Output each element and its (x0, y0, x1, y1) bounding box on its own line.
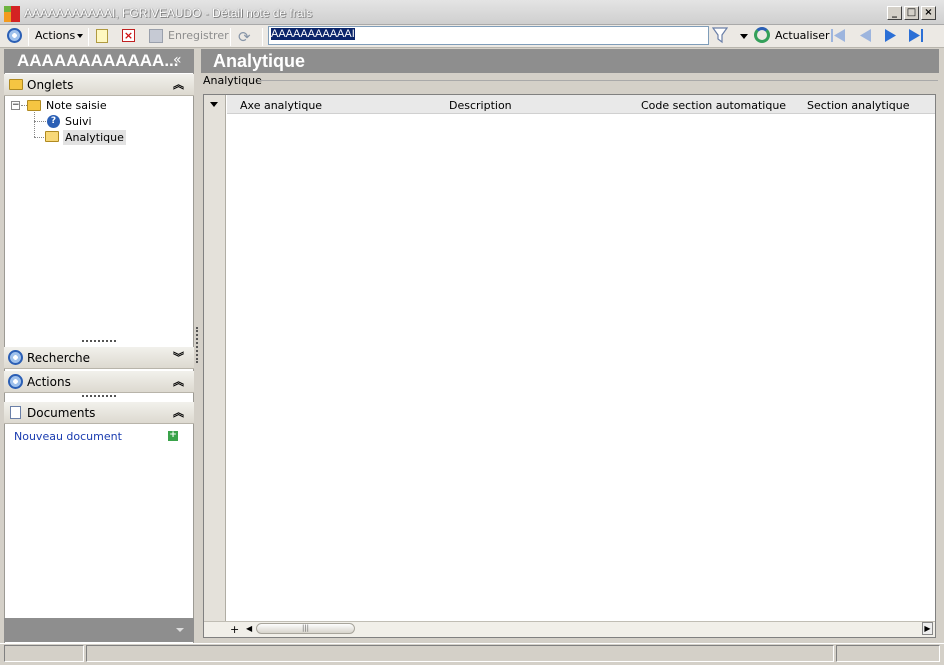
toolbar-separator (262, 28, 263, 46)
last-record-icon[interactable] (908, 28, 924, 43)
pane-resize-grip[interactable] (82, 340, 116, 343)
app-logo-icon (4, 6, 20, 22)
chevron-down-icon: ︾ (173, 351, 184, 364)
minimize-button[interactable]: _ (887, 6, 902, 20)
previous-record-icon[interactable] (858, 28, 872, 43)
document-icon (10, 406, 21, 419)
recherche-header[interactable]: Recherche ︾ (4, 347, 194, 369)
actions-orb-icon (8, 374, 23, 389)
search-input[interactable]: AAAAAAAAAAAI (268, 26, 709, 45)
menu-orb-icon[interactable] (7, 28, 22, 43)
next-record-icon[interactable] (884, 28, 898, 43)
add-row-button[interactable]: + (230, 623, 239, 636)
actions-menu-button[interactable]: Actions (35, 29, 84, 42)
documents-header[interactable]: Documents ︽ (4, 402, 194, 424)
open-folder-icon (45, 131, 59, 142)
recherche-orb-icon (8, 350, 23, 365)
analytique-grid (203, 94, 936, 638)
maximize-button[interactable]: □ (904, 6, 919, 20)
column-header-code-section-automatique[interactable]: Code section automatique (641, 99, 786, 112)
footer-dropdown-icon[interactable] (176, 628, 184, 632)
save-button[interactable]: Enregistrer (168, 29, 229, 42)
first-record-icon[interactable] (830, 28, 846, 43)
dropdown-caret-icon (77, 34, 84, 38)
scroll-left-button[interactable]: ◀ (246, 624, 256, 635)
filter-dropdown-icon[interactable] (740, 34, 748, 39)
close-button[interactable]: × (921, 6, 936, 20)
actions-menu-label: Actions (35, 29, 76, 42)
documents-label: Documents (27, 406, 96, 420)
grid-menu-icon[interactable] (210, 102, 218, 107)
recherche-label: Recherche (27, 351, 91, 365)
onglets-header[interactable]: Onglets ︽ (4, 74, 194, 96)
status-cell (4, 645, 84, 662)
folder-icon (9, 79, 23, 90)
toolbar-separator (230, 28, 231, 46)
scroll-right-button[interactable]: ▶ (922, 622, 933, 635)
tree-collapse-toggle[interactable]: − (11, 101, 20, 110)
section-label: Analytique (203, 74, 262, 87)
tree-item-suivi[interactable]: Suivi (65, 115, 92, 128)
tree-item-note-saisie[interactable]: Note saisie (46, 99, 107, 112)
help-icon: ? (47, 115, 60, 128)
add-document-icon[interactable]: + (168, 431, 178, 441)
grid-row-header (204, 95, 226, 621)
folder-icon (27, 100, 41, 111)
column-header-axe-analytique[interactable]: Axe analytique (240, 99, 322, 112)
column-header-description[interactable]: Description (449, 99, 512, 112)
chevron-up-icon: ︽ (173, 406, 184, 419)
save-icon[interactable] (149, 29, 163, 43)
sync-icon[interactable]: ⟳ (238, 28, 251, 46)
record-title: AAAAAAAAAAAA... (4, 49, 194, 73)
splitter-grip[interactable] (196, 327, 198, 363)
status-cell (836, 645, 940, 662)
onglets-label: Onglets (27, 78, 74, 92)
refresh-button[interactable]: Actualiser (775, 29, 830, 42)
actions-header[interactable]: Actions ︽ (4, 371, 194, 393)
chevron-up-icon: ︽ (173, 78, 184, 91)
search-input-value: AAAAAAAAAAAI (271, 28, 355, 40)
chevron-up-icon: ︽ (173, 375, 184, 388)
section-divider (258, 80, 938, 81)
toolbar-separator (28, 28, 29, 46)
horizontal-scroll-thumb[interactable]: ||| (256, 623, 355, 634)
new-document-icon[interactable] (96, 29, 108, 43)
delete-icon[interactable]: × (122, 29, 135, 42)
filter-icon[interactable] (712, 26, 728, 44)
tree-item-analytique[interactable]: Analytique (63, 130, 126, 145)
toolbar-separator (88, 28, 89, 46)
pane-resize-grip[interactable] (82, 395, 116, 398)
column-header-section-analytique[interactable]: Section analytique (807, 99, 909, 112)
page-title: Analytique (201, 49, 939, 73)
refresh-icon[interactable] (754, 27, 770, 43)
left-panel-footer (4, 618, 194, 642)
collapse-panel-icon[interactable]: « (173, 52, 182, 68)
window-title: AAAAAAAAAAAI, FGRIVEAUDO - Détail note d… (24, 6, 313, 20)
status-cell (86, 645, 834, 662)
new-document-link[interactable]: Nouveau document (14, 430, 122, 443)
actions-label: Actions (27, 375, 71, 389)
